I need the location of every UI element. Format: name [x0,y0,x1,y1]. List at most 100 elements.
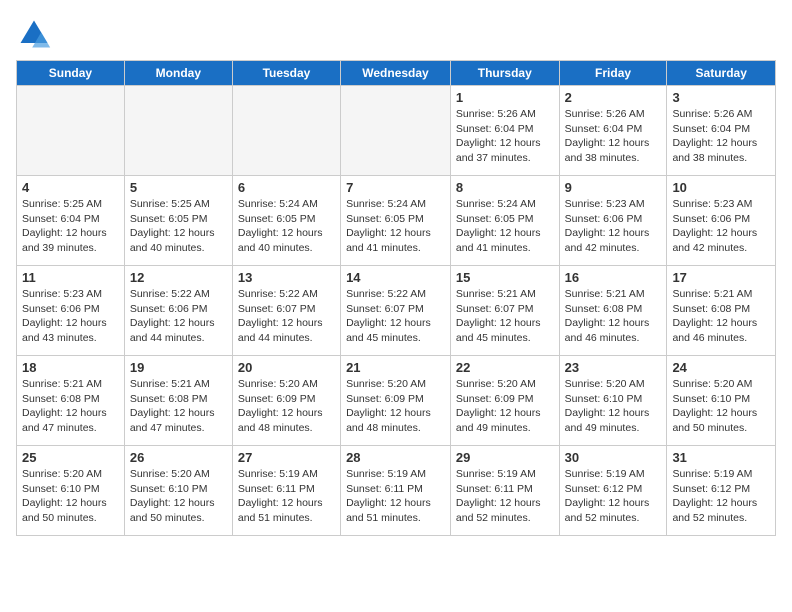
day-number: 23 [565,360,662,375]
calendar-cell: 4Sunrise: 5:25 AM Sunset: 6:04 PM Daylig… [17,176,125,266]
day-info: Sunrise: 5:20 AM Sunset: 6:10 PM Dayligh… [565,377,662,436]
calendar-cell [17,86,125,176]
day-info: Sunrise: 5:22 AM Sunset: 6:07 PM Dayligh… [346,287,445,346]
calendar-cell: 5 Sunrise: 5:25 AM Sunset: 6:05 PM Daylig… [124,176,232,266]
day-info: Sunrise: 5:24 AM Sunset: 6:05 PM Dayligh… [346,197,445,256]
day-header-wednesday: Wednesday [341,61,451,86]
day-info: Sunrise: 5:19 AM Sunset: 6:12 PM Dayligh… [565,467,662,526]
day-number: 15 [456,270,554,285]
day-number: 13 [238,270,335,285]
day-number: 31 [672,450,770,465]
calendar-cell: 8Sunrise: 5:24 AM Sunset: 6:05 PM Daylig… [450,176,559,266]
day-info: Sunrise: 5:22 AM Sunset: 6:06 PM Dayligh… [130,287,227,346]
day-number: 14 [346,270,445,285]
calendar-cell: 2 Sunrise: 5:26 AM Sunset: 6:04 PM Daylig… [559,86,667,176]
day-info: Sunrise: 5:19 AM Sunset: 6:12 PM Dayligh… [672,467,770,526]
day-info: Sunrise: 5:26 AM Sunset: 6:04 PM Dayligh… [456,107,554,166]
calendar-cell: 10 Sunrise: 5:23 AM Sunset: 6:06 PM Dayli… [667,176,776,266]
day-number: 5 [130,180,227,195]
day-info: Sunrise: 5:25 AM Sunset: 6:04 PM Dayligh… [22,197,119,256]
day-number: 26 [130,450,227,465]
calendar-cell: 11 Sunrise: 5:23 AM Sunset: 6:06 PM Dayli… [17,266,125,356]
day-info: Sunrise: 5:21 AM Sunset: 6:07 PM Dayligh… [456,287,554,346]
calendar-cell: 18 Sunrise: 5:21 AM Sunset: 6:08 PM Dayli… [17,356,125,446]
day-header-sunday: Sunday [17,61,125,86]
day-info: Sunrise: 5:20 AM Sunset: 6:09 PM Dayligh… [238,377,335,436]
day-number: 22 [456,360,554,375]
day-info: Sunrise: 5:19 AM Sunset: 6:11 PM Dayligh… [238,467,335,526]
day-info: Sunrise: 5:26 AM Sunset: 6:04 PM Dayligh… [565,107,662,166]
day-number: 7 [346,180,445,195]
day-number: 6 [238,180,335,195]
day-header-tuesday: Tuesday [232,61,340,86]
day-number: 28 [346,450,445,465]
day-header-saturday: Saturday [667,61,776,86]
day-number: 29 [456,450,554,465]
page-header [16,16,776,52]
day-number: 24 [672,360,770,375]
calendar-cell: 3 Sunrise: 5:26 AM Sunset: 6:04 PM Daylig… [667,86,776,176]
day-number: 18 [22,360,119,375]
calendar-cell [341,86,451,176]
calendar-cell: 7 Sunrise: 5:24 AM Sunset: 6:05 PM Daylig… [341,176,451,266]
calendar-cell: 21 Sunrise: 5:20 AM Sunset: 6:09 PM Dayli… [341,356,451,446]
day-info: Sunrise: 5:19 AM Sunset: 6:11 PM Dayligh… [346,467,445,526]
day-number: 2 [565,90,662,105]
calendar-cell: 9 Sunrise: 5:23 AM Sunset: 6:06 PM Daylig… [559,176,667,266]
week-row-3: 11 Sunrise: 5:23 AM Sunset: 6:06 PM Dayli… [17,266,776,356]
calendar-cell: 17 Sunrise: 5:21 AM Sunset: 6:08 PM Dayli… [667,266,776,356]
day-info: Sunrise: 5:21 AM Sunset: 6:08 PM Dayligh… [130,377,227,436]
calendar-cell: 13Sunrise: 5:22 AM Sunset: 6:07 PM Dayli… [232,266,340,356]
day-header-monday: Monday [124,61,232,86]
calendar-cell: 26Sunrise: 5:20 AM Sunset: 6:10 PM Dayli… [124,446,232,536]
calendar-cell: 14 Sunrise: 5:22 AM Sunset: 6:07 PM Dayli… [341,266,451,356]
calendar-cell: 25Sunrise: 5:20 AM Sunset: 6:10 PM Dayli… [17,446,125,536]
day-info: Sunrise: 5:24 AM Sunset: 6:05 PM Dayligh… [238,197,335,256]
calendar-header-row: SundayMondayTuesdayWednesdayThursdayFrid… [17,61,776,86]
day-number: 20 [238,360,335,375]
calendar-cell: 27 Sunrise: 5:19 AM Sunset: 6:11 PM Dayli… [232,446,340,536]
day-number: 8 [456,180,554,195]
day-number: 10 [672,180,770,195]
day-number: 21 [346,360,445,375]
calendar-cell: 22 Sunrise: 5:20 AM Sunset: 6:09 PM Dayli… [450,356,559,446]
day-info: Sunrise: 5:25 AM Sunset: 6:05 PM Dayligh… [130,197,227,256]
week-row-5: 25Sunrise: 5:20 AM Sunset: 6:10 PM Dayli… [17,446,776,536]
day-header-friday: Friday [559,61,667,86]
day-info: Sunrise: 5:23 AM Sunset: 6:06 PM Dayligh… [565,197,662,256]
day-number: 17 [672,270,770,285]
week-row-1: 1 Sunrise: 5:26 AM Sunset: 6:04 PM Daylig… [17,86,776,176]
day-info: Sunrise: 5:26 AM Sunset: 6:04 PM Dayligh… [672,107,770,166]
calendar-cell: 15 Sunrise: 5:21 AM Sunset: 6:07 PM Dayli… [450,266,559,356]
day-info: Sunrise: 5:21 AM Sunset: 6:08 PM Dayligh… [22,377,119,436]
day-number: 3 [672,90,770,105]
week-row-4: 18 Sunrise: 5:21 AM Sunset: 6:08 PM Dayli… [17,356,776,446]
calendar-cell: 16 Sunrise: 5:21 AM Sunset: 6:08 PM Dayli… [559,266,667,356]
day-number: 27 [238,450,335,465]
day-info: Sunrise: 5:19 AM Sunset: 6:11 PM Dayligh… [456,467,554,526]
day-number: 11 [22,270,119,285]
calendar-cell: 19 Sunrise: 5:21 AM Sunset: 6:08 PM Dayli… [124,356,232,446]
day-info: Sunrise: 5:20 AM Sunset: 6:09 PM Dayligh… [456,377,554,436]
day-number: 16 [565,270,662,285]
calendar-table: SundayMondayTuesdayWednesdayThursdayFrid… [16,60,776,536]
day-info: Sunrise: 5:21 AM Sunset: 6:08 PM Dayligh… [565,287,662,346]
calendar-cell: 23 Sunrise: 5:20 AM Sunset: 6:10 PM Dayli… [559,356,667,446]
logo-icon [16,16,52,52]
calendar-cell: 6 Sunrise: 5:24 AM Sunset: 6:05 PM Daylig… [232,176,340,266]
day-info: Sunrise: 5:20 AM Sunset: 6:09 PM Dayligh… [346,377,445,436]
day-number: 19 [130,360,227,375]
calendar-cell [232,86,340,176]
day-number: 9 [565,180,662,195]
day-info: Sunrise: 5:23 AM Sunset: 6:06 PM Dayligh… [22,287,119,346]
day-number: 1 [456,90,554,105]
day-number: 12 [130,270,227,285]
calendar-cell: 12 Sunrise: 5:22 AM Sunset: 6:06 PM Dayli… [124,266,232,356]
day-info: Sunrise: 5:20 AM Sunset: 6:10 PM Dayligh… [22,467,119,526]
calendar-cell: 28 Sunrise: 5:19 AM Sunset: 6:11 PM Dayli… [341,446,451,536]
calendar-cell: 20 Sunrise: 5:20 AM Sunset: 6:09 PM Dayli… [232,356,340,446]
day-info: Sunrise: 5:23 AM Sunset: 6:06 PM Dayligh… [672,197,770,256]
calendar-cell: 1 Sunrise: 5:26 AM Sunset: 6:04 PM Daylig… [450,86,559,176]
calendar-cell [124,86,232,176]
day-info: Sunrise: 5:21 AM Sunset: 6:08 PM Dayligh… [672,287,770,346]
